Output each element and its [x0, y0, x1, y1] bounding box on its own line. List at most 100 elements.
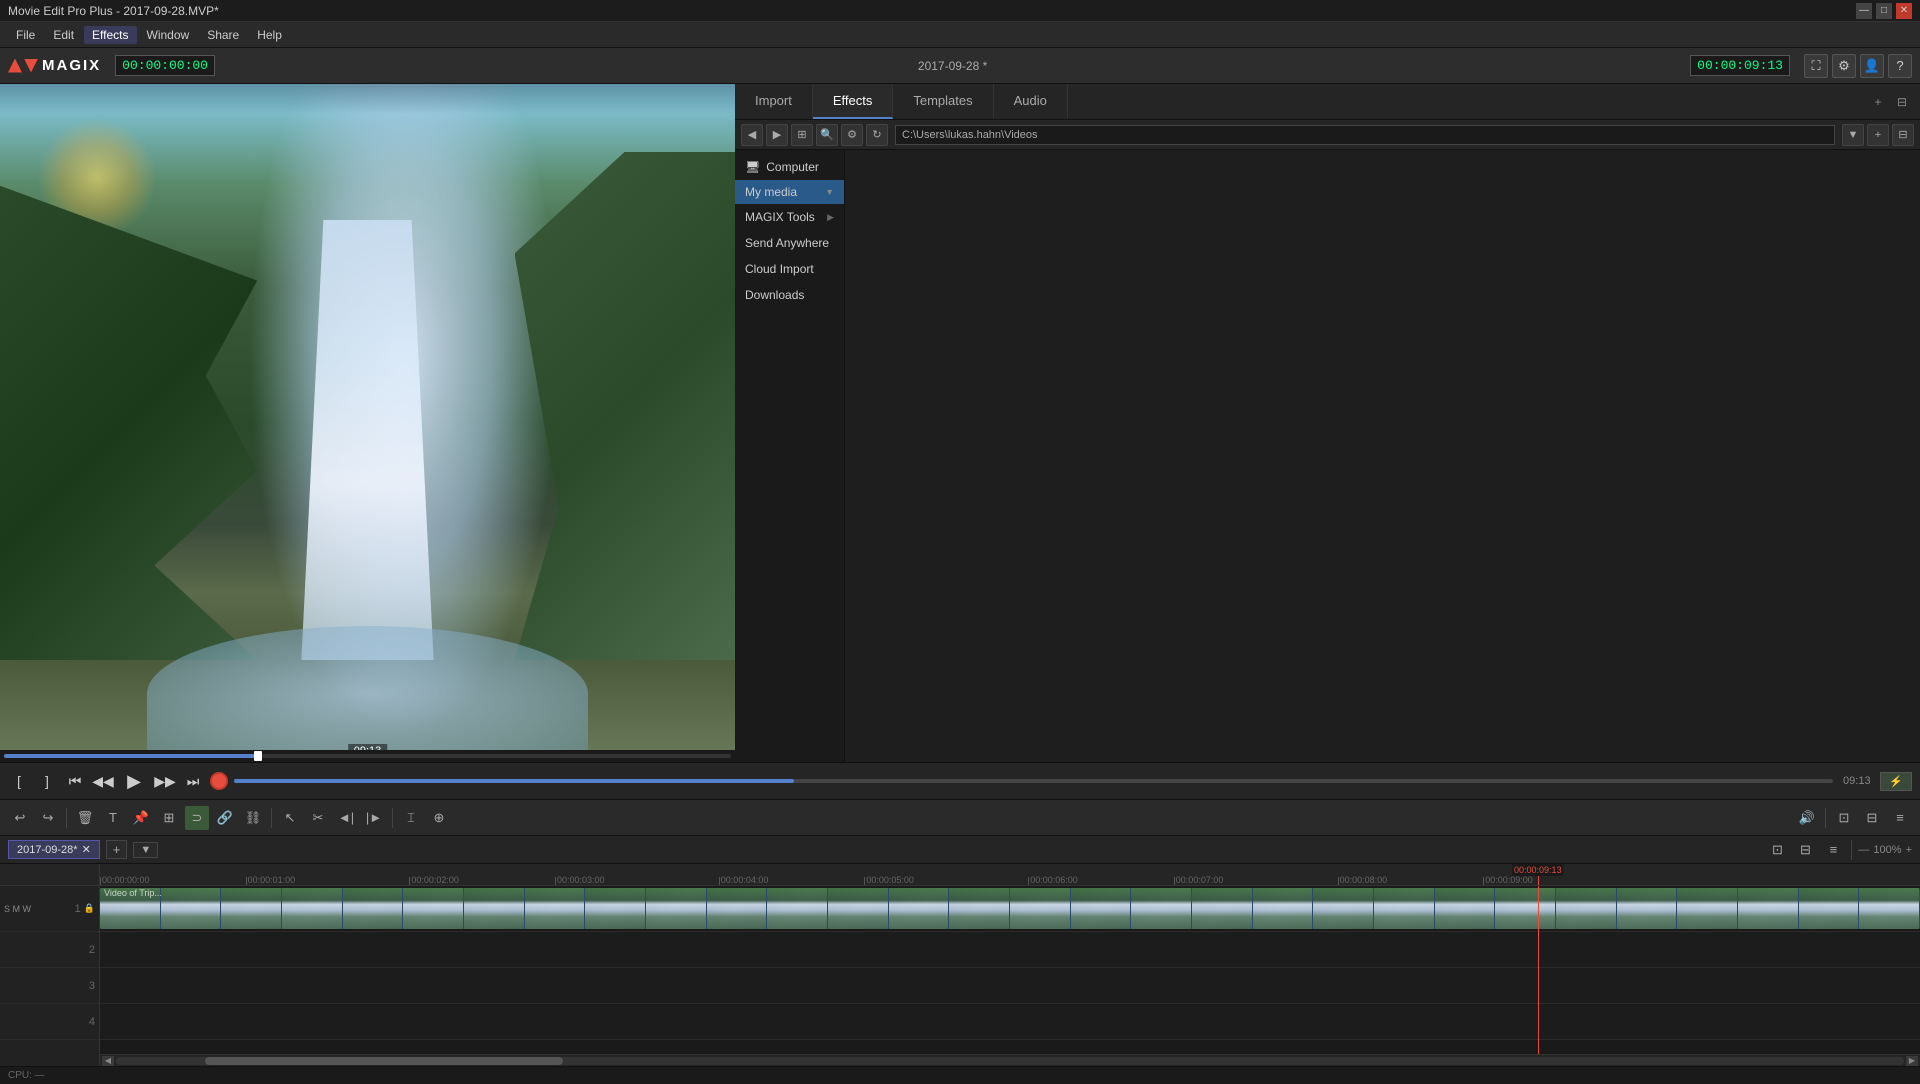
tab-templates[interactable]: Templates — [893, 84, 993, 119]
et-magnet[interactable]: ⊃ — [185, 806, 209, 830]
add-tab-dropdown[interactable]: ▼ — [133, 842, 158, 858]
et-text[interactable]: T — [101, 806, 125, 830]
et-undo[interactable]: ↩ — [8, 806, 32, 830]
tl-view2-btn[interactable]: ⊟ — [1793, 838, 1817, 862]
close-tab-icon[interactable]: ✕ — [82, 843, 91, 856]
clip-1[interactable] — [100, 888, 161, 929]
minimize-button[interactable]: — — [1856, 3, 1872, 19]
clip-13[interactable] — [828, 888, 889, 929]
pb-play-btn[interactable]: ▶ — [120, 767, 148, 795]
nav-magix-tools[interactable]: MAGIX Tools ▶ — [735, 204, 844, 230]
et-unlink[interactable]: ⛓ — [241, 806, 265, 830]
clip-18[interactable] — [1131, 888, 1192, 929]
et-link[interactable]: 🔗 — [213, 806, 237, 830]
clip-9[interactable] — [585, 888, 646, 929]
et-insert[interactable]: ⊕ — [427, 806, 451, 830]
toolbar-help-btn[interactable]: ? — [1888, 54, 1912, 78]
timeline-ruler[interactable]: 00:00:00:00 00:00:01:00 00:00:02:00 00:0… — [100, 864, 1920, 886]
zoom-minus-btn[interactable]: — — [1858, 844, 1869, 856]
pb-bracket-open[interactable]: [ — [8, 770, 30, 792]
clip-5[interactable] — [343, 888, 404, 929]
clip-24[interactable] — [1495, 888, 1556, 929]
panel-forward-btn[interactable]: ▶ — [766, 124, 788, 146]
pb-prev[interactable]: ◀◀ — [92, 770, 114, 792]
et-view2[interactable]: ⊟ — [1860, 806, 1884, 830]
toolbar-time-left[interactable]: 00:00:00:00 — [115, 55, 215, 76]
scrollbar-left-btn[interactable]: ◀ — [102, 1056, 114, 1066]
clip-28[interactable] — [1738, 888, 1799, 929]
track-row-4[interactable] — [100, 1004, 1920, 1040]
nav-downloads[interactable]: Downloads — [735, 282, 844, 308]
pb-record-btn[interactable] — [210, 772, 228, 790]
clip-30[interactable] — [1859, 888, 1920, 929]
et-cut[interactable]: ✂ — [306, 806, 330, 830]
track-row-2[interactable] — [100, 932, 1920, 968]
pb-next[interactable]: ▶▶ — [154, 770, 176, 792]
clip-20[interactable] — [1253, 888, 1314, 929]
clip-23[interactable] — [1435, 888, 1496, 929]
close-button[interactable]: ✕ — [1896, 3, 1912, 19]
clip-7[interactable] — [464, 888, 525, 929]
toolbar-time-right[interactable]: 00:00:09:13 — [1690, 55, 1790, 76]
clip-21[interactable] — [1313, 888, 1374, 929]
et-view3[interactable]: ≡ — [1888, 806, 1912, 830]
scrollbar-right-btn[interactable]: ▶ — [1906, 1056, 1918, 1066]
track-row-3[interactable] — [100, 968, 1920, 1004]
clip-6[interactable] — [403, 888, 464, 929]
add-tab-btn[interactable]: + — [106, 840, 128, 859]
tab-effects[interactable]: Effects — [813, 84, 894, 119]
et-trim-left[interactable]: ◄| — [334, 806, 358, 830]
pb-progress[interactable] — [234, 779, 1833, 783]
panel-settings-btn[interactable]: ⚙ — [841, 124, 863, 146]
et-redo[interactable]: ↪ — [36, 806, 60, 830]
clip-4[interactable] — [282, 888, 343, 929]
nav-cloud-import[interactable]: Cloud Import — [735, 256, 844, 282]
toolbar-profile-btn[interactable]: 👤 — [1860, 54, 1884, 78]
panel-plus-btn[interactable]: + — [1868, 92, 1888, 112]
panel-refresh-btn[interactable]: ↻ — [866, 124, 888, 146]
clip-10[interactable] — [646, 888, 707, 929]
clip-8[interactable] — [525, 888, 586, 929]
zoom-plus-btn[interactable]: + — [1906, 844, 1912, 856]
tc-lock[interactable]: 🔒 — [84, 903, 95, 914]
menu-file[interactable]: File — [8, 26, 43, 44]
clip-12[interactable] — [767, 888, 828, 929]
preview-scrubber[interactable] — [0, 750, 735, 762]
panel-back-btn[interactable]: ◀ — [741, 124, 763, 146]
tl-view3-btn[interactable]: ≡ — [1821, 838, 1845, 862]
clip-15[interactable] — [949, 888, 1010, 929]
clip-29[interactable] — [1799, 888, 1860, 929]
toolbar-settings-btn[interactable]: ⚙ — [1832, 54, 1856, 78]
clip-14[interactable] — [889, 888, 950, 929]
clip-17[interactable] — [1071, 888, 1132, 929]
et-delete[interactable]: 🗑 — [73, 806, 97, 830]
panel-search-btn[interactable]: 🔍 — [816, 124, 838, 146]
toolbar-fullscreen-btn[interactable]: ⛶ — [1804, 54, 1828, 78]
panel-grid-view-btn[interactable]: ⊞ — [791, 124, 813, 146]
et-group[interactable]: ⊞ — [157, 806, 181, 830]
clip-22[interactable] — [1374, 888, 1435, 929]
path-input[interactable] — [895, 125, 1835, 145]
tab-import[interactable]: Import — [735, 84, 813, 119]
nav-my-media[interactable]: My media ▼ — [735, 180, 844, 204]
clip-19[interactable] — [1192, 888, 1253, 929]
panel-add-btn[interactable]: + — [1867, 124, 1889, 146]
et-view1[interactable]: ⊡ — [1832, 806, 1856, 830]
et-volume[interactable]: 🔊 — [1795, 806, 1819, 830]
tl-view1-btn[interactable]: ⊡ — [1765, 838, 1789, 862]
nav-send-anywhere[interactable]: Send Anywhere — [735, 230, 844, 256]
nav-computer[interactable]: 🖥 Computer — [735, 154, 844, 180]
clip-27[interactable] — [1677, 888, 1738, 929]
maximize-button[interactable]: □ — [1876, 3, 1892, 19]
clip-3[interactable] — [221, 888, 282, 929]
menu-share[interactable]: Share — [199, 26, 247, 44]
et-split[interactable]: ⌶ — [399, 806, 423, 830]
menu-window[interactable]: Window — [139, 26, 198, 44]
panel-path-dropdown-btn[interactable]: ▼ — [1842, 124, 1864, 146]
scrollbar-thumb[interactable] — [205, 1057, 563, 1065]
pb-to-start[interactable]: ⏮ — [64, 770, 86, 792]
menu-edit[interactable]: Edit — [45, 26, 82, 44]
tab-audio[interactable]: Audio — [994, 84, 1068, 119]
menu-effects[interactable]: Effects — [84, 26, 136, 44]
pb-bracket-close[interactable]: ] — [36, 770, 58, 792]
